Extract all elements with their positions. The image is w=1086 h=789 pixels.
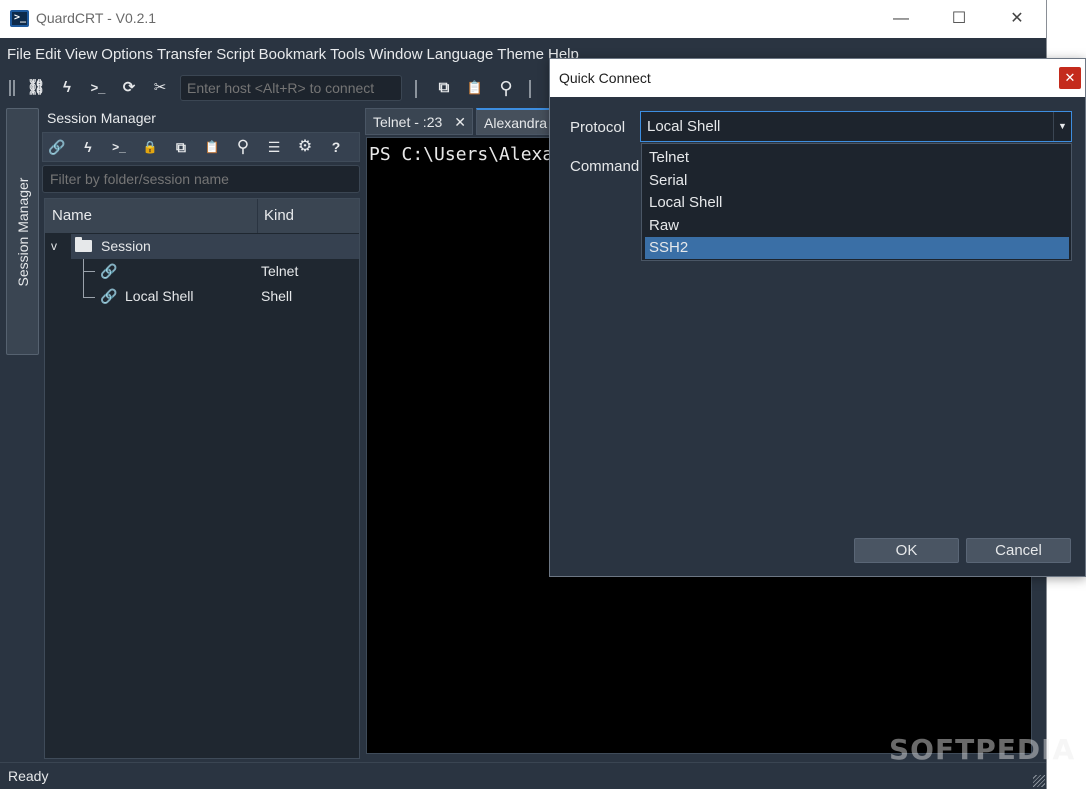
tree-item-telnet[interactable]: 🔗 Telnet [45,259,359,284]
column-header-name[interactable]: Name [45,199,258,233]
session-filter-input[interactable] [42,165,360,193]
link-icon: 🔗 [100,288,118,304]
tree-item-local-shell[interactable]: 🔗 Local Shell Shell [45,284,359,309]
option-ssh2[interactable]: SSH2 [645,237,1069,259]
quick-connect-dialog: Quick Connect ✕ Protocol Command Local S… [549,58,1086,577]
command-label: Command [570,158,640,175]
protocol-value: Local Shell [647,118,721,135]
side-tab-session-manager[interactable]: Session Manager [6,108,39,355]
terminal-prompt-icon[interactable]: >_ [107,136,131,158]
resize-grip-icon[interactable] [1033,775,1045,787]
side-tab-label: Session Manager [14,177,31,286]
option-raw[interactable]: Raw [645,215,1069,237]
sliders-icon[interactable]: ☰ [262,136,286,158]
title-bar: >_ QuardCRT - V0.2.1 — ☐ ✕ [0,0,1046,38]
status-text: Ready [8,768,49,784]
menu-edit[interactable]: Edit [33,42,63,68]
link-icon[interactable]: 🔗 [45,136,69,158]
copy-icon[interactable]: ⧉ [431,76,457,100]
refresh-icon[interactable]: ⟳ [116,76,142,100]
session-manager-toolbar: 🔗 ϟ >_ 🔒 ⧉ 📋 ⚲ ☰ ⚙ ? [42,132,360,162]
disconnect-icon[interactable]: ✂ [147,76,173,100]
menu-theme[interactable]: Theme [495,42,546,68]
lock-icon[interactable]: 🔒 [138,136,162,158]
paste-icon[interactable]: 📋 [462,76,488,100]
toolbar-separator [529,80,531,98]
paste-icon[interactable]: 📋 [200,136,224,158]
menu-tools[interactable]: Tools [328,42,367,68]
folder-open-icon [75,237,92,252]
chevron-down-icon[interactable]: ▼ [1053,112,1071,141]
maximize-button[interactable]: ☐ [930,0,988,38]
terminal-output: PS C:\Users\Alexand [369,144,575,165]
menu-options[interactable]: Options [99,42,155,68]
search-icon[interactable]: ⚲ [493,76,519,100]
tab-label: Telnet - :23 [373,114,443,130]
option-telnet[interactable]: Telnet [645,147,1069,169]
chevron-down-icon[interactable]: v [51,234,57,259]
menu-transfer[interactable]: Transfer [155,42,214,68]
session-name: Local Shell [125,288,194,304]
sitemap-icon[interactable]: ⛓ [23,76,49,100]
host-input[interactable] [180,75,402,101]
tab-label: Alexandra [484,115,548,131]
option-serial[interactable]: Serial [645,170,1069,192]
menu-bookmark[interactable]: Bookmark [257,42,329,68]
toolbar-grip-icon[interactable] [9,80,15,96]
app-terminal-icon: >_ [10,10,29,27]
close-icon[interactable]: ✕ [1059,67,1081,89]
tree-header: Name Kind [45,199,359,233]
protocol-dropdown-list: Telnet Serial Local Shell Raw SSH2 [641,143,1072,261]
menu-script[interactable]: Script [214,42,256,68]
dialog-title-bar: Quick Connect ✕ [550,59,1085,97]
folder-label: Session [101,238,151,254]
session-kind: Shell [261,288,293,304]
menu-file[interactable]: File [5,42,33,68]
close-window-button[interactable]: ✕ [988,0,1046,38]
minimize-button[interactable]: — [872,0,930,38]
copy-icon[interactable]: ⧉ [169,136,193,158]
dialog-title: Quick Connect [559,70,651,86]
option-local-shell[interactable]: Local Shell [645,192,1069,214]
softpedia-watermark: SOFTPEDIA [889,733,1076,766]
link-icon: 🔗 [100,263,118,279]
menu-language[interactable]: Language [425,42,496,68]
help-icon[interactable]: ? [324,136,348,158]
session-tree: Name Kind v Session 🔗 Telnet 🔗 Local She… [44,198,360,759]
column-header-kind[interactable]: Kind [259,199,359,233]
menu-window[interactable]: Window [367,42,424,68]
session-manager-title: Session Manager [47,110,156,126]
tree-folder-session[interactable]: v Session [45,234,359,259]
session-kind: Telnet [261,263,299,279]
status-bar: Ready [0,762,1046,789]
gear-icon[interactable]: ⚙ [293,136,317,158]
protocol-select[interactable]: Local Shell ▼ [640,111,1072,142]
search-icon[interactable]: ⚲ [231,136,255,158]
tab-local-shell[interactable]: Alexandra [476,108,556,135]
toolbar-separator [415,80,417,98]
menu-view[interactable]: View [63,42,99,68]
bolt-icon[interactable]: ϟ [54,76,80,100]
protocol-label: Protocol [570,119,626,136]
tab-telnet[interactable]: Telnet - :23 ✕ [365,108,473,135]
cancel-button[interactable]: Cancel [966,538,1071,563]
close-tab-icon[interactable]: ✕ [454,109,466,136]
ok-button[interactable]: OK [854,538,959,563]
session-manager-panel: Session Manager 🔗 ϟ >_ 🔒 ⧉ 📋 ⚲ ☰ ⚙ ? Nam… [42,108,360,760]
bolt-icon[interactable]: ϟ [76,136,100,158]
window-title: QuardCRT - V0.2.1 [36,10,157,26]
terminal-prompt-icon[interactable]: >_ [85,76,111,100]
